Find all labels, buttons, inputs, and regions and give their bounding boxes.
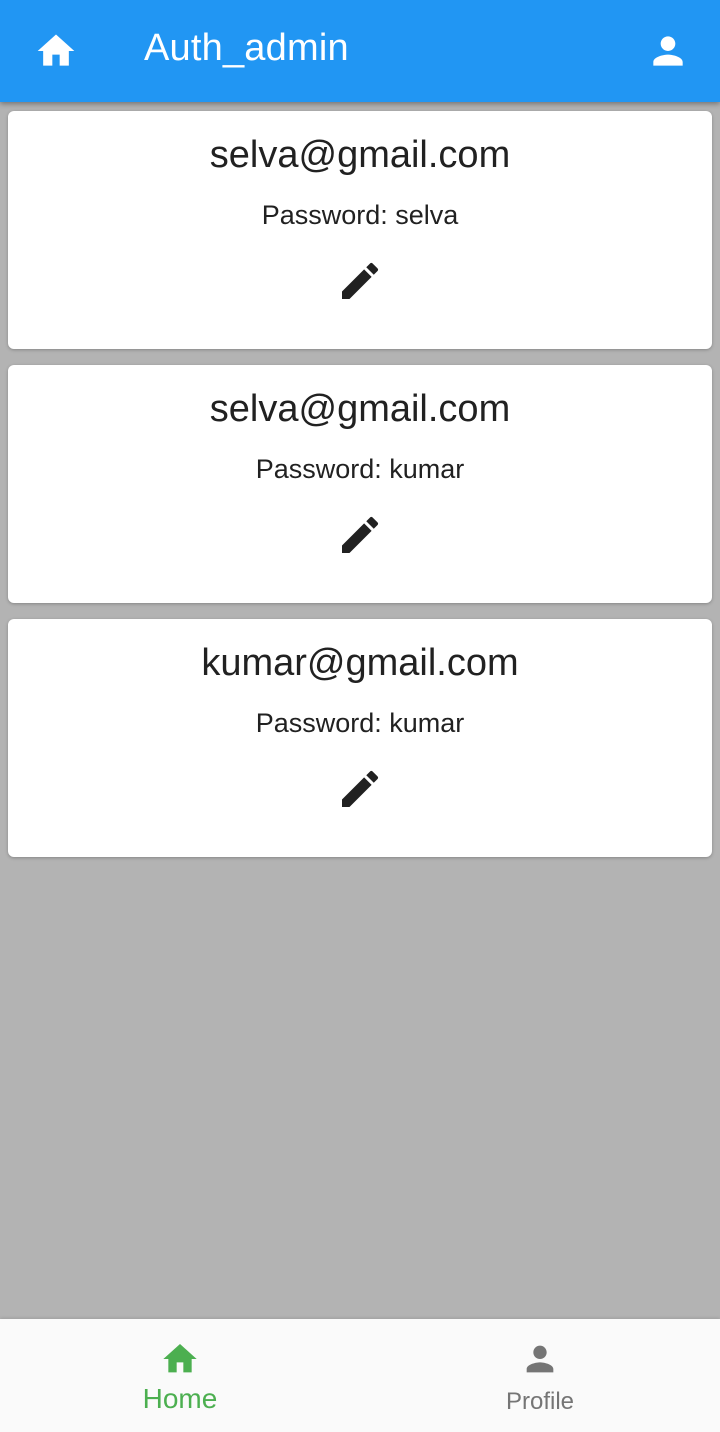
nav-item-home[interactable]: Home bbox=[0, 1319, 360, 1432]
edit-button[interactable] bbox=[332, 253, 388, 309]
nav-item-profile[interactable]: Profile bbox=[360, 1319, 720, 1432]
user-card: selva@gmail.com Password: kumar bbox=[8, 365, 712, 603]
edit-icon bbox=[342, 770, 379, 807]
edit-icon bbox=[342, 262, 379, 299]
nav-label-home: Home bbox=[142, 1383, 218, 1414]
user-card: selva@gmail.com Password: selva bbox=[8, 111, 712, 349]
person-icon bbox=[653, 36, 683, 66]
user-email: selva@gmail.com bbox=[209, 134, 511, 176]
user-email: kumar@gmail.com bbox=[201, 642, 519, 684]
edit-button[interactable] bbox=[332, 507, 388, 563]
person-icon bbox=[526, 1345, 554, 1373]
user-password: Password: kumar bbox=[255, 454, 465, 484]
edit-button[interactable] bbox=[332, 761, 388, 817]
home-icon bbox=[163, 1344, 197, 1373]
user-password: Password: selva bbox=[261, 200, 459, 230]
app-title: Auth_admin bbox=[144, 27, 349, 69]
home-button[interactable] bbox=[28, 23, 84, 79]
profile-button[interactable] bbox=[640, 23, 696, 79]
edit-icon bbox=[342, 516, 379, 553]
user-card: kumar@gmail.com Password: kumar bbox=[8, 619, 712, 857]
home-icon bbox=[37, 34, 75, 66]
bottom-navigation: Home Profile bbox=[0, 1319, 720, 1432]
user-password: Password: kumar bbox=[255, 708, 465, 738]
app-bar: Auth_admin bbox=[0, 0, 720, 102]
user-email: selva@gmail.com bbox=[209, 388, 511, 430]
nav-label-profile: Profile bbox=[505, 1388, 575, 1415]
user-list: selva@gmail.com Password: selva selva@gm… bbox=[8, 111, 712, 873]
